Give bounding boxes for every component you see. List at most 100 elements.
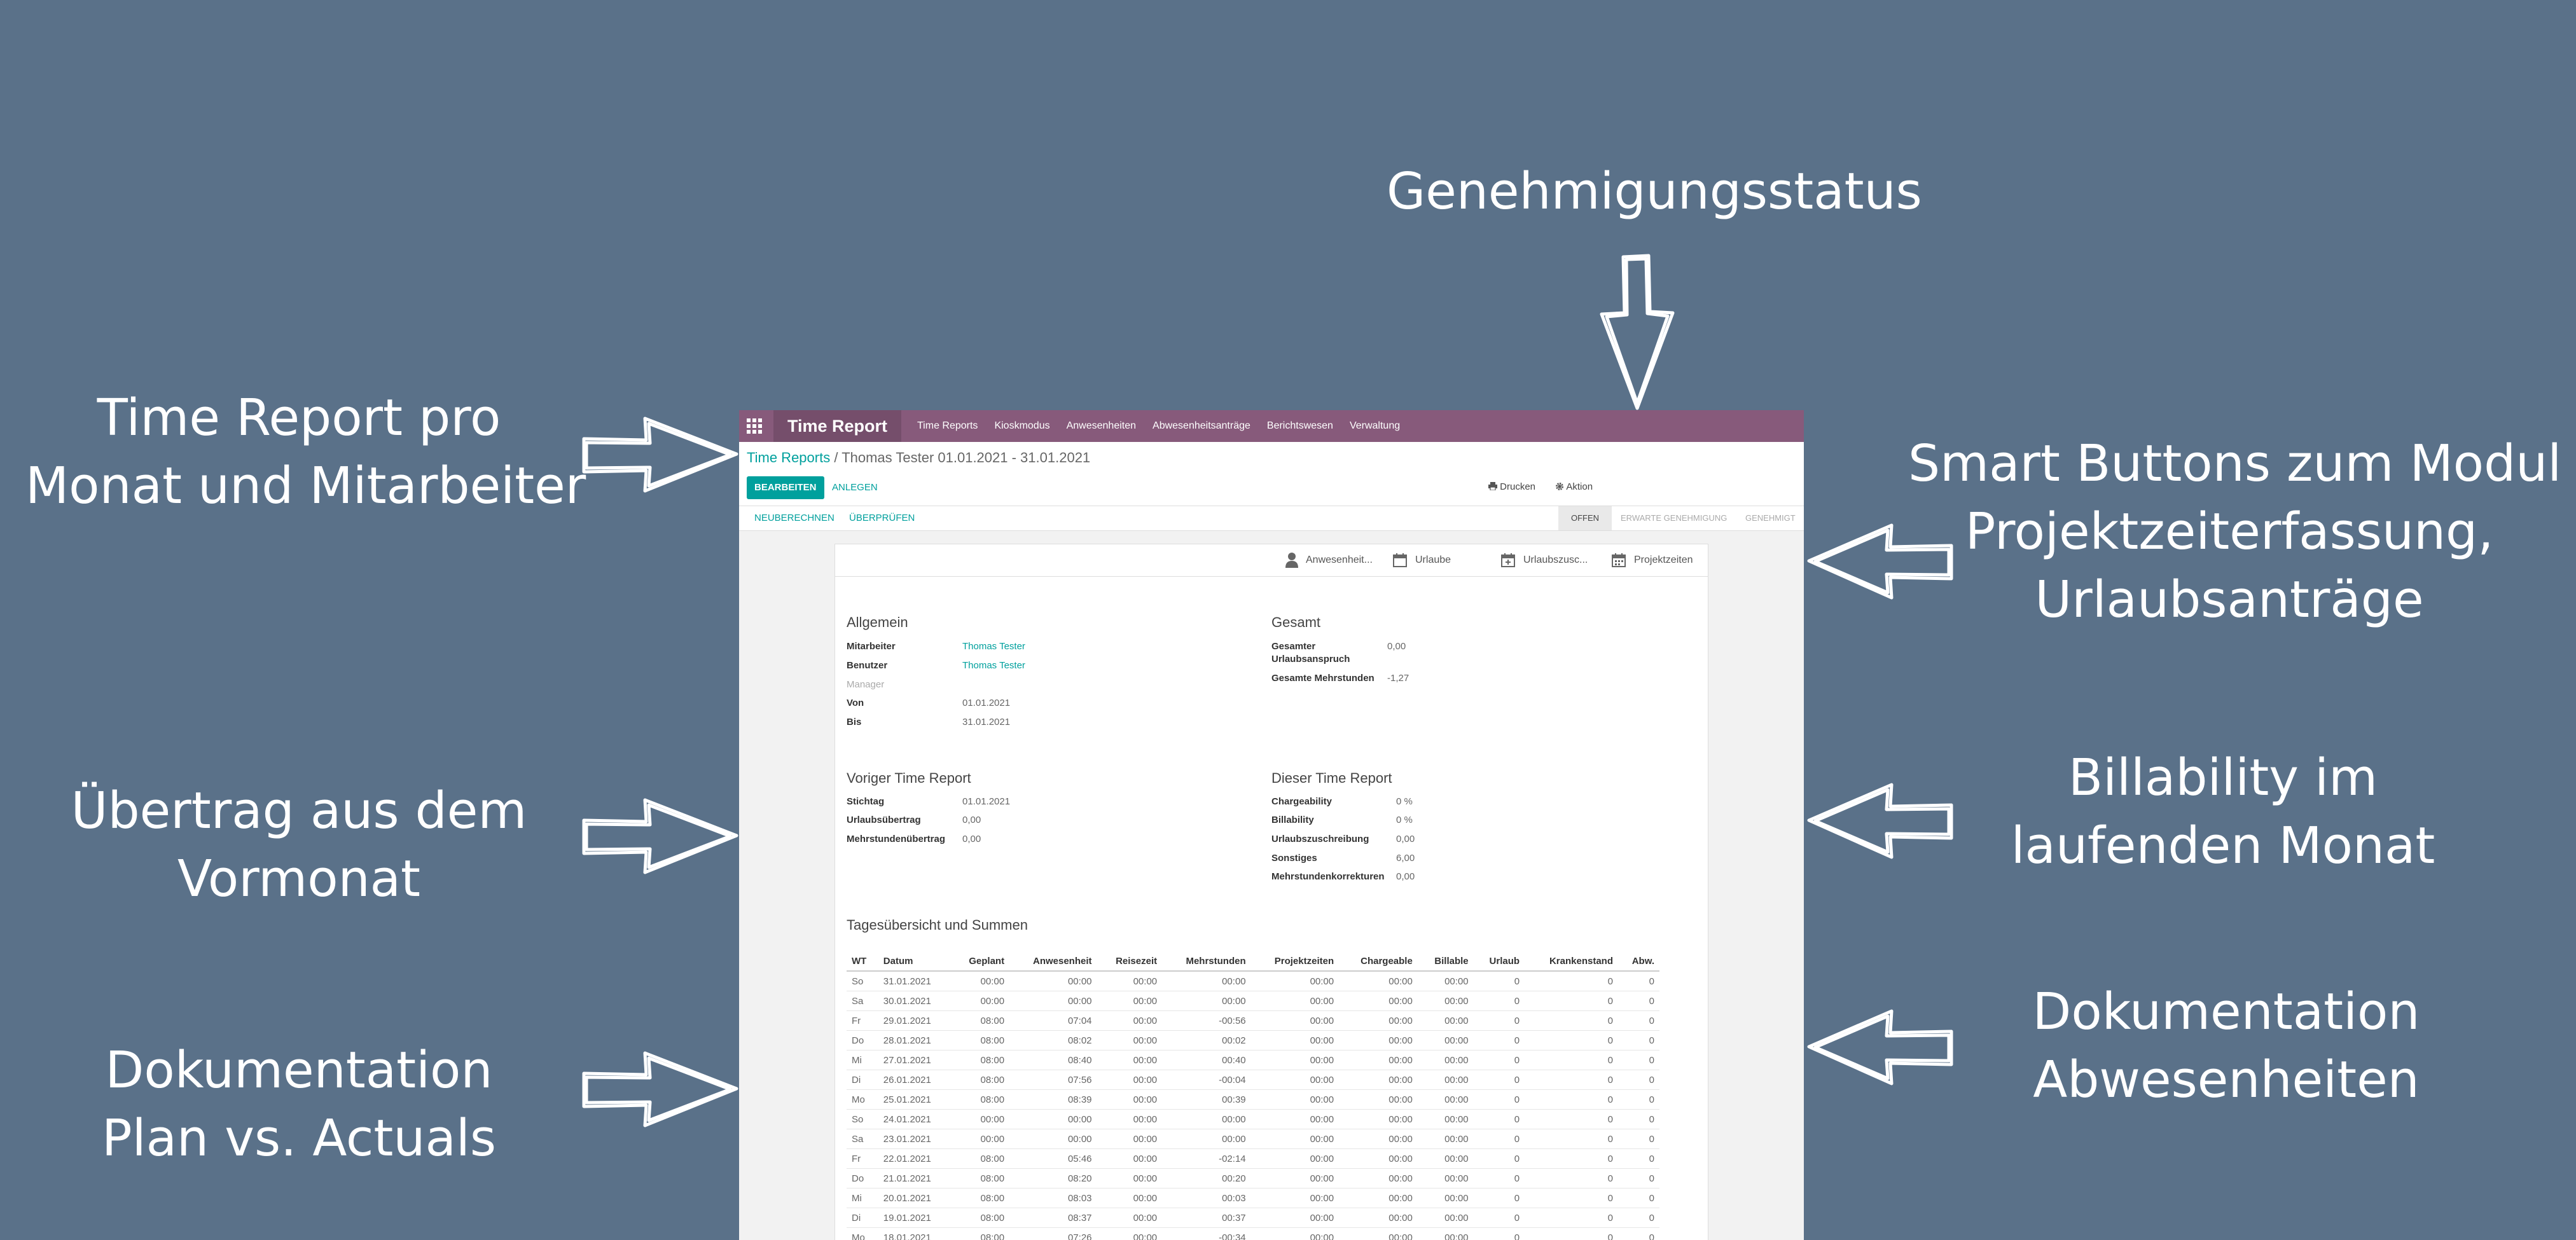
table-row[interactable]: So 24.01.2021 00:00 00:00 00:00 00:00 00:00 00:… [847, 1109, 1659, 1129]
table-cell: 0 [1525, 1188, 1618, 1208]
breadcrumb-parent[interactable]: Time Reports [747, 450, 830, 465]
table-cell: 23.01.2021 [878, 1129, 952, 1149]
billability-label: Billability [1271, 815, 1314, 825]
table-row[interactable]: Do 21.01.2021 08:00 08:20 00:00 00:20 00:00 00:… [847, 1168, 1659, 1188]
table-cell: 00:00 [1250, 1168, 1340, 1188]
app-brand[interactable]: Time Report [773, 410, 902, 442]
table-row[interactable]: So 31.01.2021 00:00 00:00 00:00 00:00 00:00 00:… [847, 970, 1659, 991]
table-cell: 00:00 [1097, 1030, 1163, 1051]
table-cell: 00:00 [1097, 1050, 1163, 1070]
menu-abwesenheitsantraege[interactable]: Abwesenheitsanträge [1153, 410, 1250, 442]
table-cell: 00:00 [1097, 1070, 1163, 1090]
smart-button-leaves[interactable]: Urlaube [1392, 544, 1451, 576]
table-cell: 0 [1525, 1129, 1618, 1149]
review-button[interactable]: ÜBERPRÜFEN [849, 506, 915, 530]
table-row[interactable]: Mi 20.01.2021 08:00 08:03 00:00 00:03 00:00 00:… [847, 1188, 1659, 1208]
table-cell: 00:00 [1250, 1129, 1340, 1149]
table-cell: 00:03 [1162, 1188, 1251, 1208]
apps-grid-icon[interactable] [745, 417, 763, 435]
user-value[interactable]: Thomas Tester [962, 660, 1025, 671]
table-cell: 30.01.2021 [878, 991, 952, 1011]
menu-kioskmodus[interactable]: Kioskmodus [994, 410, 1049, 442]
stage-awaiting-approval[interactable]: ERWARTE GENEHMIGUNG [1621, 506, 1727, 530]
menu-verwaltung[interactable]: Verwaltung [1350, 410, 1400, 442]
top-navbar: Time Report Time Reports Kioskmodus Anwe… [739, 410, 1804, 442]
table-cell: 0 [1617, 1148, 1659, 1169]
table-row[interactable]: Do 28.01.2021 08:00 08:02 00:00 00:02 00:00 00:… [847, 1030, 1659, 1051]
column-header[interactable]: Billable [1417, 951, 1474, 972]
table-cell: 00:00 [1097, 1129, 1163, 1149]
table-cell: So [847, 970, 878, 991]
arrow-right-icon [582, 1051, 738, 1127]
column-header[interactable]: Anwesenheit [1009, 951, 1097, 972]
stage-open[interactable]: OFFEN [1558, 506, 1612, 530]
column-header[interactable]: Chargeable [1339, 951, 1418, 972]
smart-button-attendance[interactable]: Anwesenheit... [1285, 544, 1373, 576]
menu-anwesenheiten[interactable]: Anwesenheiten [1067, 410, 1136, 442]
table-cell: 20.01.2021 [878, 1188, 952, 1208]
table-cell: 00:00 [1339, 1109, 1418, 1129]
table-cell: 08:00 [952, 1227, 1010, 1240]
user-icon [1285, 552, 1298, 568]
recompute-button[interactable]: NEUBERECHNEN [754, 506, 834, 530]
table-cell: 0 [1473, 1010, 1525, 1031]
overtime-corrections-value: 0,00 [1396, 871, 1415, 882]
table-cell: 00:00 [1339, 1030, 1418, 1051]
print-label: Drucken [1500, 481, 1536, 492]
menu-time-reports[interactable]: Time Reports [917, 410, 978, 442]
table-cell: Sa [847, 991, 878, 1011]
table-row[interactable]: Fr 22.01.2021 08:00 05:46 00:00 -02:14 00:00 00… [847, 1148, 1659, 1169]
status-bar: NEUBERECHNEN ÜBERPRÜFEN OFFEN ERWARTE GE… [739, 506, 1804, 531]
table-row[interactable]: Mo 18.01.2021 08:00 07:26 00:00 -00:34 00:00 00… [847, 1227, 1659, 1240]
other-label: Sonstiges [1271, 853, 1317, 864]
from-value: 01.01.2021 [962, 698, 1011, 708]
table-row[interactable]: Di 26.01.2021 08:00 07:56 00:00 -00:04 00:00 00… [847, 1070, 1659, 1090]
table-row[interactable]: Sa 30.01.2021 00:00 00:00 00:00 00:00 00:00 00:… [847, 991, 1659, 1011]
total-leave-label-line1: Gesamter [1271, 641, 1316, 652]
print-button[interactable]: Drucken [1488, 481, 1535, 492]
column-header[interactable]: Datum [878, 951, 952, 972]
table-row[interactable]: Fr 29.01.2021 08:00 07:04 00:00 -00:56 00:00 00… [847, 1010, 1659, 1031]
table-row[interactable]: Mo 25.01.2021 08:00 08:39 00:00 00:39 00:00 00:… [847, 1089, 1659, 1110]
table-cell: 00:00 [1162, 1109, 1251, 1129]
table-cell: 0 [1617, 1050, 1659, 1070]
menu-berichtswesen[interactable]: Berichtswesen [1267, 410, 1333, 442]
table-cell: 00:00 [1250, 1148, 1340, 1169]
table-row[interactable]: Di 19.01.2021 08:00 08:37 00:00 00:37 00:00 00:… [847, 1208, 1659, 1228]
arrow-left-icon [1807, 1009, 1953, 1085]
table-cell: 00:00 [952, 991, 1010, 1011]
smart-button-project-times[interactable]: Projektzeiten [1611, 544, 1693, 576]
callout-time-report: Time Report pro Monat und Mitarbeiter [25, 389, 586, 515]
column-header[interactable]: WT [847, 951, 878, 972]
table-cell: 00:00 [1339, 1168, 1418, 1188]
table-cell: 00:00 [1097, 970, 1163, 991]
employee-label: Mitarbeiter [847, 641, 896, 652]
to-label: Bis [847, 717, 862, 727]
table-row[interactable]: Sa 23.01.2021 00:00 00:00 00:00 00:00 00:00 00:… [847, 1129, 1659, 1149]
column-header[interactable]: Abw. [1617, 951, 1659, 972]
column-header[interactable]: Urlaub [1473, 951, 1525, 972]
table-cell: 0 [1473, 970, 1525, 991]
table-cell: -02:14 [1162, 1148, 1251, 1169]
stage-approved[interactable]: GENEHMIGT [1745, 506, 1796, 530]
table-cell: 00:00 [1009, 991, 1097, 1011]
column-header[interactable]: Geplant [952, 951, 1010, 972]
leave-allocation-label: Urlaubszuschreibung [1271, 834, 1369, 844]
table-cell: 0 [1473, 1089, 1525, 1110]
action-button[interactable]: Aktion [1555, 481, 1593, 492]
table-cell: 00:00 [952, 1129, 1010, 1149]
edit-button[interactable]: BEARBEITEN [747, 476, 824, 499]
column-header[interactable]: Reisezeit [1097, 951, 1163, 972]
table-row[interactable]: Mi 27.01.2021 08:00 08:40 00:00 00:40 00:00 00:… [847, 1050, 1659, 1070]
column-header[interactable]: Mehrstunden [1162, 951, 1251, 972]
table-cell: 00:00 [1339, 991, 1418, 1011]
create-button[interactable]: ANLEGEN [832, 476, 878, 499]
table-cell: 0 [1617, 970, 1659, 991]
column-header[interactable]: Krankenstand [1525, 951, 1618, 972]
table-cell: 00:00 [1097, 1188, 1163, 1208]
overtime-corrections-label: Mehrstundenkorrekturen [1271, 871, 1385, 882]
column-header[interactable]: Projektzeiten [1250, 951, 1340, 972]
smart-button-leave-allocation[interactable]: Urlaubszusc... [1500, 544, 1588, 576]
table-cell: 00:00 [1250, 1050, 1340, 1070]
employee-value[interactable]: Thomas Tester [962, 641, 1025, 652]
